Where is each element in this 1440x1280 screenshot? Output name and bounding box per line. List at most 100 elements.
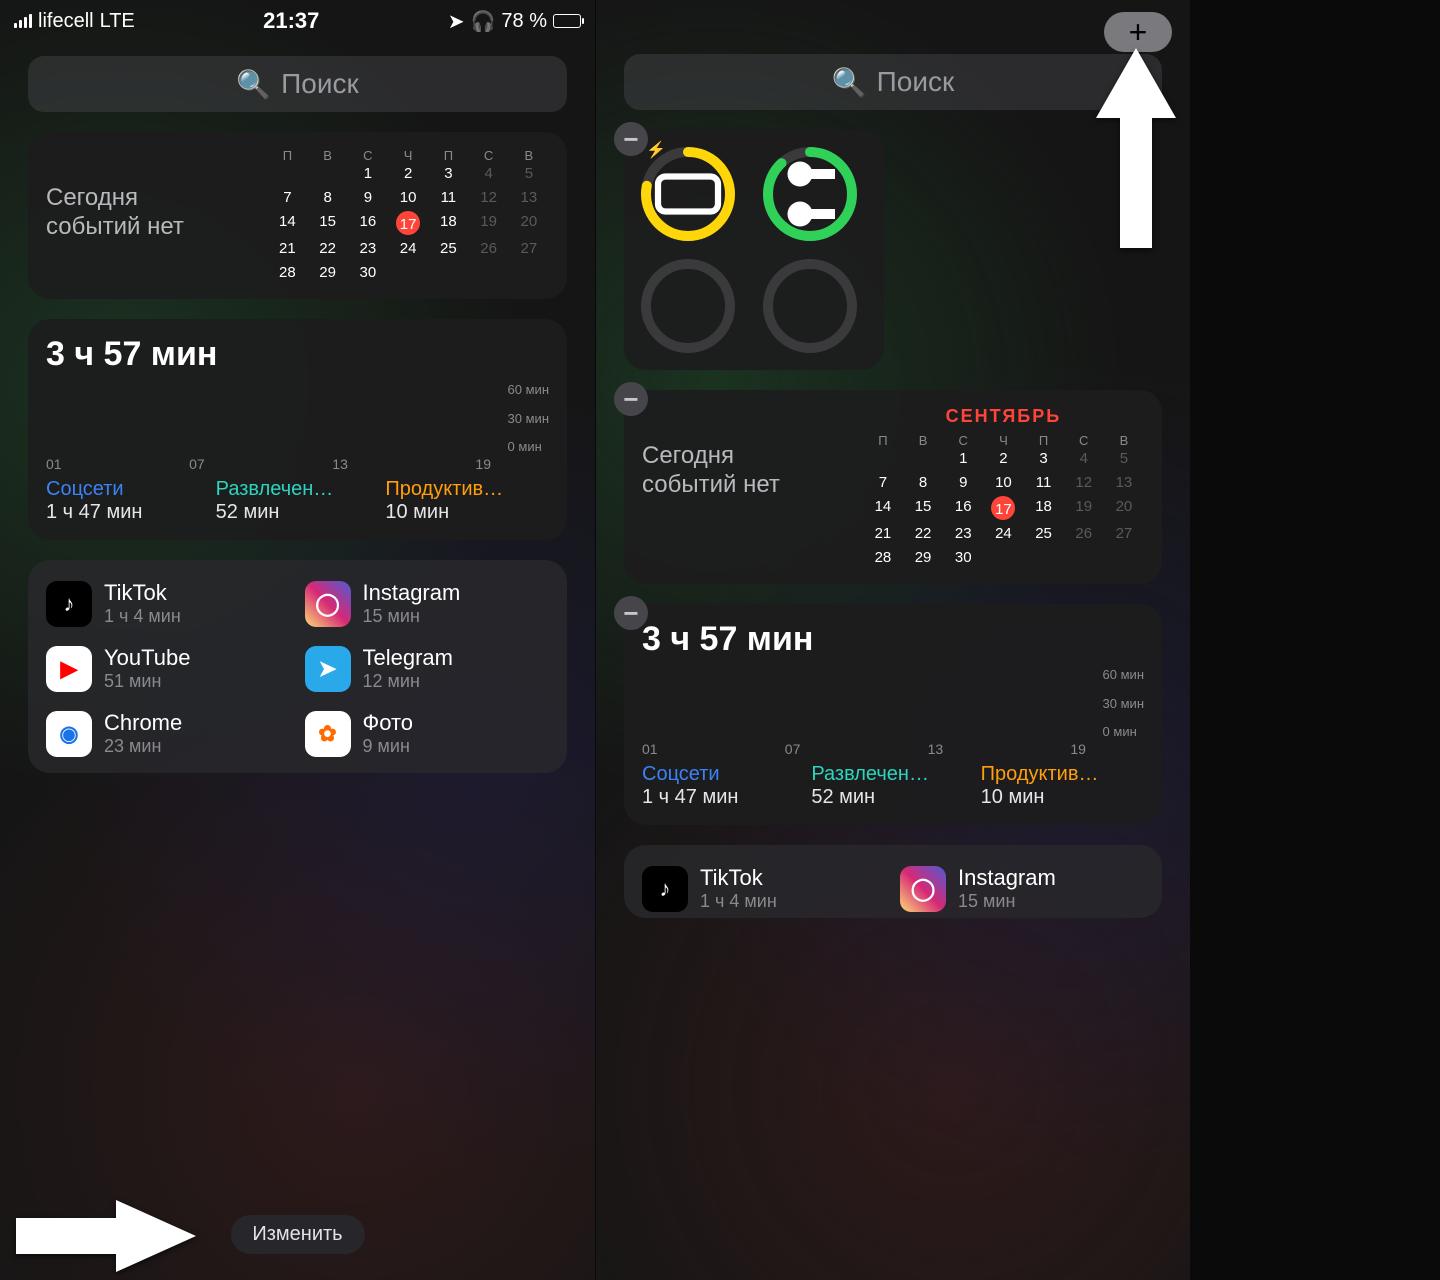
app-row[interactable]: ♪ TikTok 1 ч 4 мин bbox=[46, 580, 291, 627]
app-time: 12 мин bbox=[363, 671, 453, 692]
category-value: 10 мин bbox=[385, 501, 549, 524]
screentime-categories: Соцсети1 ч 47 мин Развлечен…52 мин Продукт… bbox=[642, 763, 1144, 809]
calendar-grid: ПВСЧПСВ 12345789101112131415161718192021… bbox=[267, 148, 549, 283]
app-row[interactable]: ♪ TikTok 1 ч 4 мин bbox=[642, 865, 886, 912]
calendar-no-events: Сегодня событий нет bbox=[642, 406, 853, 500]
add-widget-button[interactable]: + bbox=[1104, 12, 1172, 52]
calendar-grid: СЕНТЯБРЬ ПВСЧПСВ 12345789101112131415161… bbox=[863, 406, 1144, 568]
app-icon: ➤ bbox=[305, 646, 351, 692]
category-value: 1 ч 47 мин bbox=[642, 786, 805, 809]
remove-widget-button[interactable]: − bbox=[614, 596, 648, 630]
chart-x-axis: 01 07 13 19 bbox=[642, 741, 1144, 757]
chart-y-axis: 60 мин 30 мин 0 мин bbox=[508, 382, 549, 454]
calendar-dow-row: ПВСЧПСВ bbox=[267, 148, 549, 163]
headphones-icon: 🎧 bbox=[470, 9, 495, 34]
edit-button[interactable]: Изменить bbox=[230, 1215, 364, 1254]
app-row[interactable]: ◉ Chrome 23 мин bbox=[46, 710, 291, 757]
batteries-widget[interactable]: − ⚡ bbox=[624, 130, 884, 370]
app-time: 51 мин bbox=[104, 671, 190, 692]
category-value: 10 мин bbox=[981, 786, 1144, 809]
category-name: Соцсети bbox=[46, 478, 210, 501]
search-field[interactable]: 🔍 Поиск bbox=[28, 56, 567, 112]
app-list: ♪ TikTok 1 ч 4 мин ◯ Instagram 15 мин ▶ Yo… bbox=[46, 580, 549, 757]
screentime-categories: Соцсети1 ч 47 мин Развлечен…52 минПродукт… bbox=[46, 478, 549, 524]
battery-ring bbox=[760, 144, 860, 244]
app-name: Фото bbox=[363, 710, 414, 736]
calendar-days: 1234578910111213141516171819202122232425… bbox=[863, 448, 1144, 568]
signal-icon bbox=[14, 14, 32, 28]
search-icon: 🔍 bbox=[832, 66, 867, 99]
calendar-no-events: Сегодня событий нет bbox=[46, 148, 257, 242]
app-icon: ✿ bbox=[305, 711, 351, 757]
network-label: LTE bbox=[100, 10, 135, 33]
app-row[interactable]: ▶ YouTube 51 мин bbox=[46, 645, 291, 692]
chart-x-axis: 01 07 13 19 bbox=[46, 456, 549, 472]
app-time: 1 ч 4 мин bbox=[700, 891, 777, 912]
battery-ring bbox=[638, 256, 738, 356]
screenshot-left: lifecell LTE 21:37 ➤ 🎧 78 % 🔍 Поиск Сего… bbox=[0, 0, 595, 1280]
carrier-label: lifecell bbox=[38, 10, 94, 33]
app-row[interactable]: ✿ Фото 9 мин bbox=[305, 710, 550, 757]
battery-icon bbox=[553, 14, 581, 28]
category-value: 52 мин bbox=[811, 786, 974, 809]
app-icon: ◯ bbox=[900, 866, 946, 912]
calendar-days: 1234578910111213141516171819202122232425… bbox=[267, 163, 549, 283]
battery-pct: 78 % bbox=[501, 10, 547, 33]
annotation-arrow-right bbox=[16, 1200, 196, 1272]
app-row[interactable]: ◯ Instagram 15 мин bbox=[305, 580, 550, 627]
category-value: 1 ч 47 мин bbox=[46, 501, 210, 524]
chart-bars bbox=[46, 382, 500, 454]
calendar-dow-row: ПВСЧПСВ bbox=[863, 433, 1144, 448]
calendar-month: СЕНТЯБРЬ bbox=[863, 406, 1144, 427]
app-time: 15 мин bbox=[958, 891, 1056, 912]
search-field[interactable]: 🔍 Поиск bbox=[624, 54, 1162, 110]
battery-ring bbox=[760, 256, 860, 356]
chart-y-axis: 60 мин 30 мин 0 мин bbox=[1103, 667, 1144, 739]
screentime-chart: 60 мин 30 мин 0 мин bbox=[46, 382, 549, 454]
search-icon: 🔍 bbox=[236, 68, 271, 101]
screentime-apps-widget[interactable]: ♪ TikTok 1 ч 4 мин ◯ Instagram 15 мин ▶ Yo… bbox=[28, 560, 567, 773]
category-name: Развлечен… bbox=[216, 478, 380, 501]
status-bar: lifecell LTE 21:37 ➤ 🎧 78 % bbox=[0, 0, 595, 38]
calendar-widget[interactable]: − Сегодня событий нет СЕНТЯБРЬ ПВСЧПСВ 1… bbox=[624, 390, 1162, 584]
category-value: 52 мин bbox=[216, 501, 380, 524]
app-icon: ◉ bbox=[46, 711, 92, 757]
screentime-total: 3 ч 57 мин bbox=[46, 335, 549, 374]
battery-ring: ⚡ bbox=[638, 144, 738, 244]
app-name: YouTube bbox=[104, 645, 190, 671]
category-name: Продуктив… bbox=[385, 478, 549, 501]
clock: 21:37 bbox=[263, 8, 319, 34]
app-name: Instagram bbox=[958, 865, 1056, 891]
screentime-chart: 60 мин 30 мин 0 мин bbox=[642, 667, 1144, 739]
search-placeholder: Поиск bbox=[281, 68, 359, 100]
app-name: Chrome bbox=[104, 710, 182, 736]
app-row[interactable]: ➤ Telegram 12 мин bbox=[305, 645, 550, 692]
app-name: Instagram bbox=[363, 580, 461, 606]
chart-bars bbox=[642, 667, 1095, 739]
calendar-widget[interactable]: Сегодня событий нет ПВСЧПСВ 123457891011… bbox=[28, 132, 567, 299]
category-name: Соцсети bbox=[642, 763, 805, 786]
app-time: 23 мин bbox=[104, 736, 182, 757]
category-name: Развлечен… bbox=[811, 763, 974, 786]
app-icon: ▶ bbox=[46, 646, 92, 692]
search-placeholder: Поиск bbox=[877, 66, 955, 98]
annotation-arrow-up bbox=[1096, 48, 1176, 248]
app-time: 15 мин bbox=[363, 606, 461, 627]
category-name: Продуктив… bbox=[981, 763, 1144, 786]
screentime-widget[interactable]: − 3 ч 57 мин 60 мин 30 мин 0 мин 01 07 1… bbox=[624, 604, 1162, 825]
app-icon: ◯ bbox=[305, 581, 351, 627]
location-icon: ➤ bbox=[448, 9, 465, 34]
app-time: 1 ч 4 мин bbox=[104, 606, 181, 627]
screentime-widget[interactable]: 3 ч 57 мин 60 мин 30 мин 0 мин 01 07 13 … bbox=[28, 319, 567, 540]
app-row[interactable]: ◯ Instagram 15 мин bbox=[900, 865, 1144, 912]
screentime-total: 3 ч 57 мин bbox=[642, 620, 1144, 659]
app-icon: ♪ bbox=[46, 581, 92, 627]
screenshot-right: + 🔍 Поиск − ⚡ − Сегодня событи bbox=[595, 0, 1190, 1280]
app-name: TikTok bbox=[104, 580, 181, 606]
remove-widget-button[interactable]: − bbox=[614, 382, 648, 416]
app-list-partial: ♪ TikTok 1 ч 4 мин ◯ Instagram 15 мин bbox=[642, 865, 1144, 912]
app-time: 9 мин bbox=[363, 736, 414, 757]
app-name: TikTok bbox=[700, 865, 777, 891]
screentime-apps-widget[interactable]: ♪ TikTok 1 ч 4 мин ◯ Instagram 15 мин bbox=[624, 845, 1162, 918]
app-icon: ♪ bbox=[642, 866, 688, 912]
